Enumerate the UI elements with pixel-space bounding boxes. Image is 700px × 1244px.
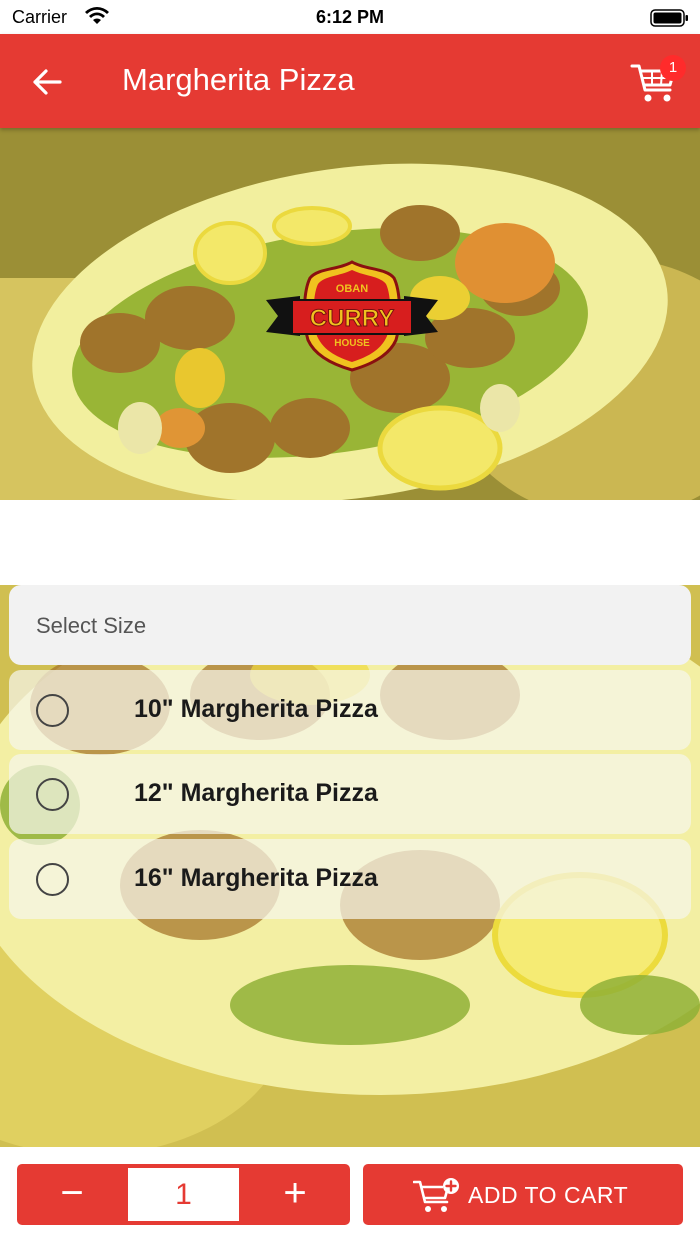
restaurant-logo: OBAN CURRY HOUSE <box>266 260 438 372</box>
select-size-header: Select Size <box>9 585 691 665</box>
status-bar: Carrier 6:12 PM <box>0 0 700 34</box>
logo-top-text: OBAN <box>336 283 368 295</box>
nav-bar: Margherita Pizza 1 <box>0 34 700 128</box>
size-option-12[interactable]: 12" Margherita Pizza <box>9 754 691 834</box>
logo-bottom-text: HOUSE <box>334 338 370 349</box>
cart-button[interactable]: 1 <box>630 55 686 108</box>
size-option-label: 16" Margherita Pizza <box>134 864 378 892</box>
select-size-label: Select Size <box>36 613 147 638</box>
cart-count-badge: 1 <box>660 55 686 81</box>
radio-button-unselected[interactable] <box>36 778 69 811</box>
size-option-label: 10" Margherita Pizza <box>134 695 378 723</box>
add-to-cart-button[interactable]: ADD TO CART <box>363 1164 683 1225</box>
decrease-quantity-button[interactable]: − <box>17 1164 127 1225</box>
radio-button-unselected[interactable] <box>36 694 69 727</box>
size-option-10[interactable]: 10" Margherita Pizza <box>9 670 691 750</box>
logo-main-text: CURRY <box>310 305 394 332</box>
hero-food-image: OBAN CURRY HOUSE <box>0 128 700 500</box>
arrow-left-icon <box>33 69 62 95</box>
status-time: 6:12 PM <box>315 7 385 27</box>
radio-button-unselected[interactable] <box>36 863 69 896</box>
quantity-stepper: − 1 + <box>17 1164 350 1225</box>
size-option-label: 12" Margherita Pizza <box>134 779 378 807</box>
back-button[interactable] <box>24 62 70 102</box>
battery-icon <box>650 8 690 33</box>
size-option-16[interactable]: 16" Margherita Pizza <box>9 839 691 919</box>
increase-quantity-button[interactable]: + <box>240 1164 350 1225</box>
add-to-cart-label: ADD TO CART <box>468 1182 629 1208</box>
page-title: Margherita Pizza <box>122 62 355 97</box>
quantity-value: 1 <box>128 1168 239 1221</box>
add-to-cart-icon <box>413 1178 459 1212</box>
bottom-action-bar: − 1 + ADD TO CART <box>0 1147 700 1244</box>
